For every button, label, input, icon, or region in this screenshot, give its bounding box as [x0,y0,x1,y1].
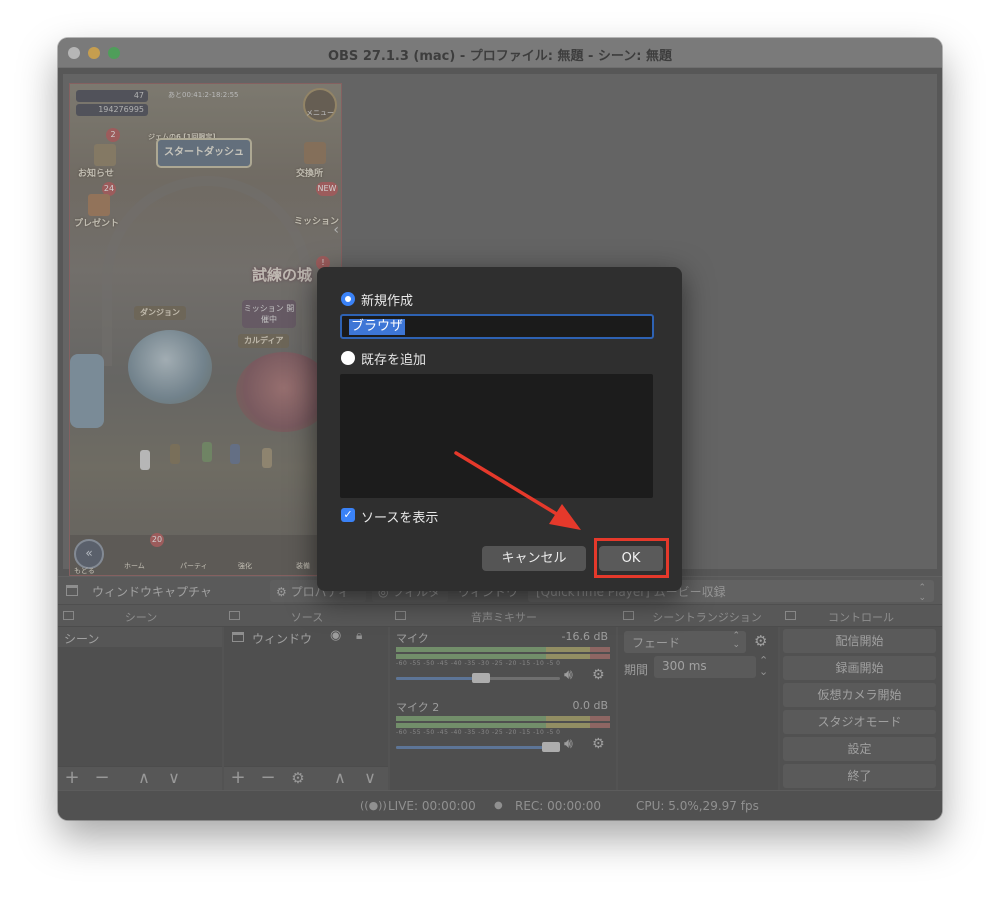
ok-highlight-box [594,538,669,578]
annotation-arrow [454,451,581,530]
screenshot-root: OBS 27.1.3 (mac) - プロファイル: 無題 - シーン: 無題 … [0,0,1000,897]
